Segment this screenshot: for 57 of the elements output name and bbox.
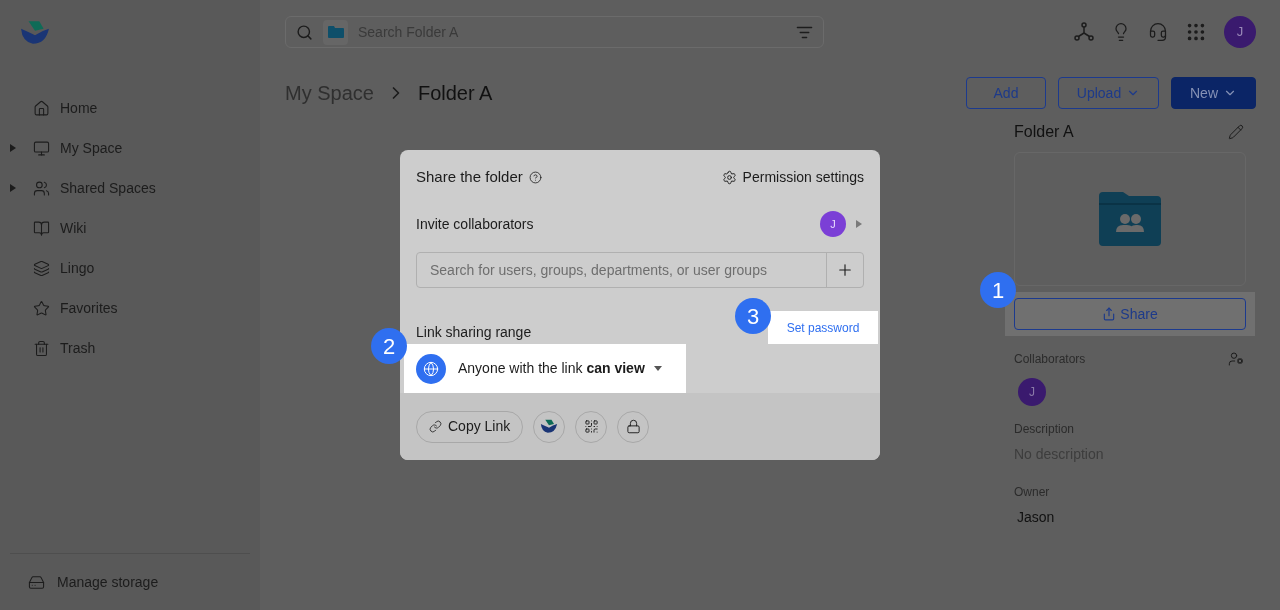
sidebar-item[interactable]: Trash xyxy=(0,328,260,368)
search-icon xyxy=(296,23,313,41)
owner-name: Jason xyxy=(1016,508,1056,527)
dialog-title: Share the folder xyxy=(416,166,523,187)
sidebar-item[interactable]: Favorites xyxy=(0,288,260,328)
qr-code-icon xyxy=(583,419,599,434)
callout-badge: 1 xyxy=(980,272,1016,308)
expand-arrow-icon[interactable] xyxy=(856,220,862,228)
action-button[interactable]: Add xyxy=(966,77,1046,109)
sidebar-item[interactable]: Home xyxy=(0,88,260,128)
user-avatar[interactable]: J xyxy=(1018,378,1046,406)
collaborator-search-field[interactable]: Search for users, groups, departments, or user groups xyxy=(416,252,864,288)
lock-icon xyxy=(625,419,641,434)
sidebar-item-icon xyxy=(33,259,50,277)
app-logo xyxy=(540,419,559,434)
caret-icon xyxy=(653,366,662,371)
sidebar-item-icon xyxy=(33,99,50,117)
sidebar-item-icon xyxy=(33,299,50,317)
breadcrumb-item: Folder A xyxy=(417,81,493,106)
callout-badge: 2 xyxy=(371,328,407,364)
sidebar-item[interactable]: Wiki xyxy=(0,208,260,248)
share-icon xyxy=(1102,307,1117,321)
user-avatar[interactable]: J xyxy=(820,211,846,237)
invite-label: Invite collaborators xyxy=(416,214,534,234)
section-label: Link sharing range xyxy=(416,323,532,342)
callout-badge: 3 xyxy=(735,298,771,334)
globe-badge-icon xyxy=(416,353,446,384)
sidebar-item[interactable]: Lingo xyxy=(0,248,260,288)
action-button[interactable]: Upload xyxy=(1058,77,1159,109)
sidebar-item-icon xyxy=(33,219,50,237)
shared-folder-icon xyxy=(1099,192,1161,246)
storage-icon xyxy=(28,573,45,591)
app-logo xyxy=(20,20,50,46)
share-button[interactable]: Share xyxy=(1014,298,1246,330)
expand-arrow-icon[interactable] xyxy=(10,144,16,152)
action-button[interactable]: New xyxy=(1171,77,1256,109)
headset-icon[interactable] xyxy=(1148,22,1168,42)
sidebar-item-icon xyxy=(33,139,50,157)
sidebar-item[interactable]: Shared Spaces xyxy=(0,168,260,208)
settings-icon xyxy=(721,169,737,185)
edit-icon[interactable] xyxy=(1228,124,1244,140)
expand-arrow-icon[interactable] xyxy=(10,184,16,192)
add-icon[interactable] xyxy=(836,261,854,279)
user-avatar[interactable]: J xyxy=(1224,16,1256,48)
apps-grid-icon[interactable] xyxy=(1185,21,1207,43)
sidebar-item-icon xyxy=(33,339,50,357)
manage-collaborators-icon[interactable] xyxy=(1228,351,1244,367)
folder-chip-icon xyxy=(323,19,348,45)
manage-storage-link[interactable]: Manage storage xyxy=(0,554,260,610)
sidebar-item-icon xyxy=(33,179,50,197)
collaborator-search-input[interactable]: Search for users, groups, departments, or user groups xyxy=(417,259,826,281)
link-icon xyxy=(429,420,442,433)
help-icon[interactable] xyxy=(528,170,542,184)
sidebar-item[interactable]: My Space xyxy=(0,128,260,168)
folder-title: Folder A xyxy=(1014,122,1074,142)
network-icon[interactable] xyxy=(1074,22,1094,42)
permission-settings-button[interactable]: Permission settings xyxy=(721,166,864,188)
